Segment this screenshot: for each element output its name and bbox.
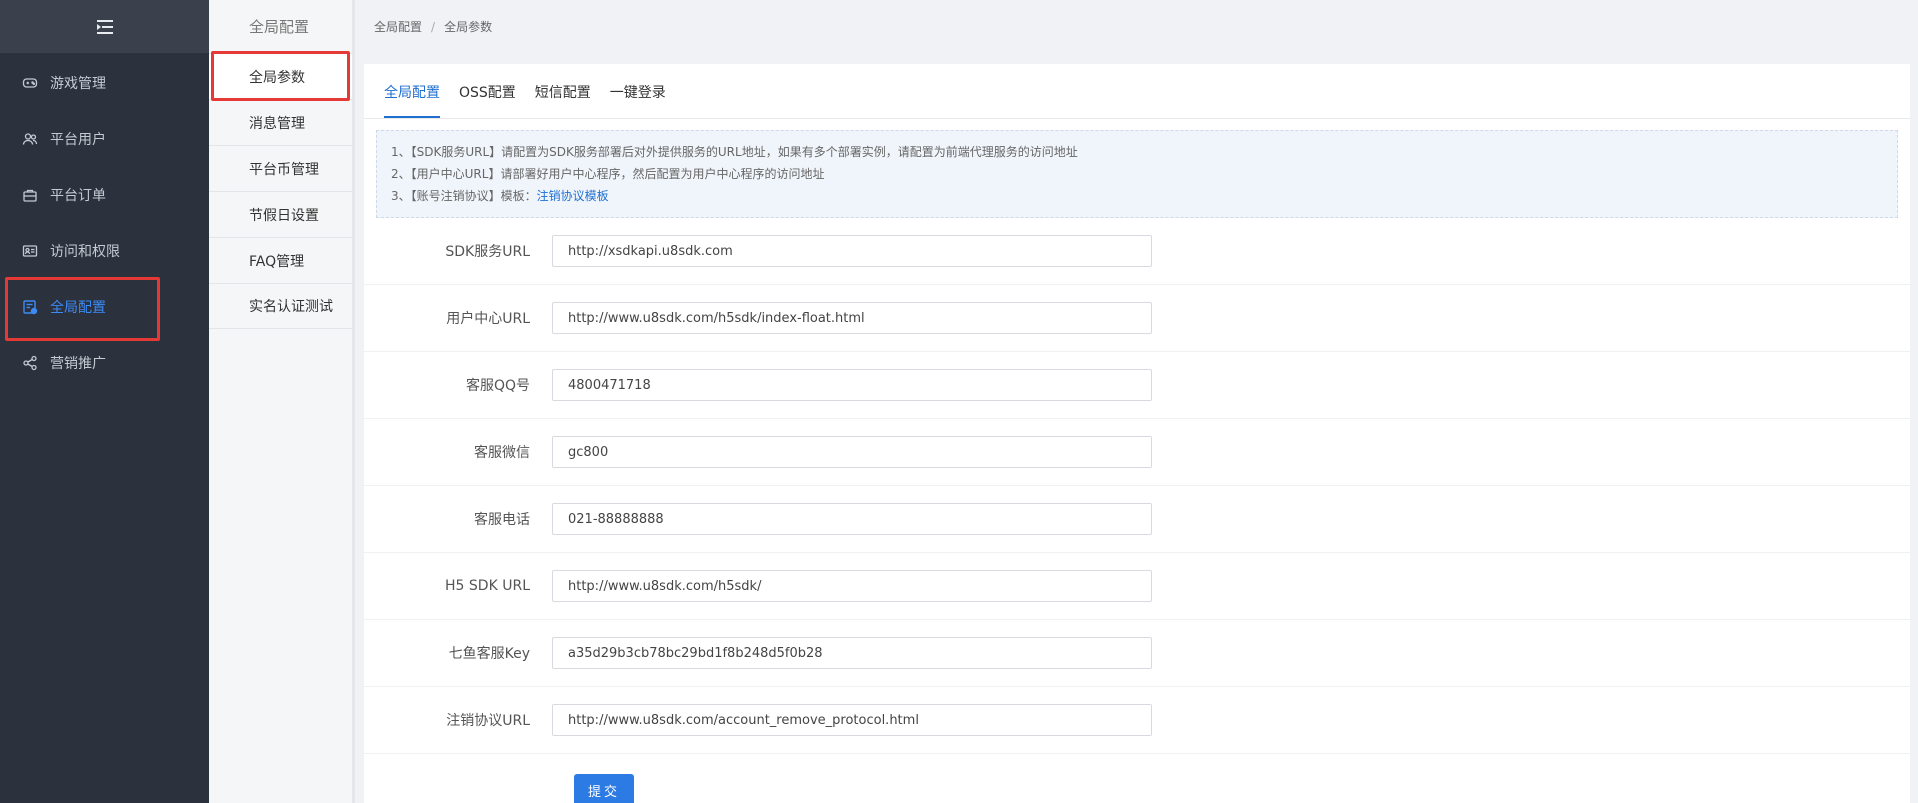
submenu-item-label: 平台币管理: [249, 161, 319, 178]
menu-toggle-icon[interactable]: [94, 18, 116, 36]
qiyu-key-input[interactable]: [552, 637, 1152, 669]
sidebar-header: [0, 0, 209, 53]
submit-button[interactable]: 提交: [574, 774, 634, 803]
sidebar-item-orders[interactable]: 平台订单: [0, 175, 209, 215]
form-label: 注销协议URL: [446, 713, 530, 729]
tab-global-config[interactable]: 全局配置: [384, 82, 440, 118]
form-actions: 提交: [364, 754, 1910, 803]
notice-text: 3、【账号注销协议】模板：: [391, 189, 537, 203]
submenu-item-label: 节假日设置: [249, 207, 319, 224]
h5-sdk-url-input[interactable]: [552, 570, 1152, 602]
form-label: SDK服务URL: [445, 244, 530, 260]
id-card-icon: [22, 243, 38, 259]
sidebar-item-label: 平台用户: [50, 132, 106, 148]
submenu-title: 全局配置: [249, 18, 310, 36]
form-label: H5 SDK URL: [445, 578, 530, 594]
share-icon: [22, 355, 38, 371]
notice-line: 1、【SDK服务URL】请配置为SDK服务部署后对外提供服务的URL地址，如果有…: [391, 145, 1078, 159]
sdk-url-input[interactable]: [552, 235, 1152, 267]
account-remove-url-input[interactable]: [552, 704, 1152, 736]
form-row: SDK服务URL: [364, 218, 1910, 285]
form-row: H5 SDK URL: [364, 553, 1910, 620]
gamepad-icon: [22, 75, 38, 91]
sidebar-item-label: 访问和权限: [50, 244, 120, 260]
form-label: 用户中心URL: [446, 311, 530, 327]
sidebar-item-label: 营销推广: [50, 356, 106, 372]
breadcrumb-item[interactable]: 全局配置: [374, 18, 422, 35]
submenu-item-realname-test[interactable]: 实名认证测试: [209, 283, 352, 329]
form-label: 客服电话: [474, 512, 530, 528]
breadcrumb-item-current: 全局参数: [444, 20, 493, 34]
tab-one-click-login[interactable]: 一键登录: [610, 82, 666, 118]
tab-sms-config[interactable]: 短信配置: [535, 82, 591, 118]
form-row: 用户中心URL: [364, 285, 1910, 352]
users-icon: [22, 131, 38, 147]
config-card: 全局配置 OSS配置 短信配置 一键登录 1、【SDK服务URL】请配置为SDK…: [364, 64, 1910, 803]
breadcrumb-separator: /: [431, 19, 436, 34]
service-qq-input[interactable]: [552, 369, 1152, 401]
info-notice: 1、【SDK服务URL】请配置为SDK服务部署后对外提供服务的URL地址，如果有…: [376, 130, 1898, 218]
config-form: SDK服务URL 用户中心URL 客服QQ号 客服微信 客服电话 H5 SDK …: [364, 218, 1910, 803]
submenu-item-faq[interactable]: FAQ管理: [209, 237, 352, 283]
submenu-item-platform-coin[interactable]: 平台币管理: [209, 145, 352, 191]
tab-bar: 全局配置 OSS配置 短信配置 一键登录: [364, 64, 1910, 119]
sidebar-item-games[interactable]: 游戏管理: [0, 63, 209, 103]
form-row: 注销协议URL: [364, 687, 1910, 754]
sub-menu: 全局配置 全局参数 消息管理 平台币管理 节假日设置 FAQ管理 实名认证测试: [209, 0, 355, 803]
main-content: 全局配置 / 全局参数 全局配置 OSS配置 短信配置 一键登录 1、【SDK服…: [358, 0, 1918, 803]
submenu-item-global-params[interactable]: 全局参数: [209, 53, 352, 99]
user-center-url-input[interactable]: [552, 302, 1152, 334]
main-sidebar: 游戏管理 平台用户 平台订单 访问和权限 全局配置 营销推广: [0, 0, 209, 803]
config-icon: [22, 299, 38, 315]
form-label: 七鱼客服Key: [448, 646, 530, 662]
submenu-item-messages[interactable]: 消息管理: [209, 99, 352, 145]
sidebar-item-access[interactable]: 访问和权限: [0, 231, 209, 271]
sidebar-item-label: 全局配置: [50, 300, 106, 316]
submenu-item-label: 全局参数: [249, 69, 305, 86]
form-row: 客服微信: [364, 419, 1910, 486]
sidebar-item-global-config[interactable]: 全局配置: [0, 287, 209, 327]
form-label: 客服微信: [474, 445, 530, 461]
service-phone-input[interactable]: [552, 503, 1152, 535]
sidebar-item-label: 平台订单: [50, 188, 106, 204]
sidebar-item-users[interactable]: 平台用户: [0, 119, 209, 159]
sidebar-item-marketing[interactable]: 营销推广: [0, 343, 209, 383]
form-label: 客服QQ号: [465, 378, 530, 394]
sidebar-item-label: 游戏管理: [50, 76, 106, 92]
submenu-item-label: 实名认证测试: [249, 299, 333, 315]
submenu-item-label: FAQ管理: [249, 253, 305, 270]
tab-oss-config[interactable]: OSS配置: [459, 82, 516, 118]
submenu-item-holidays[interactable]: 节假日设置: [209, 191, 352, 237]
form-row: 七鱼客服Key: [364, 620, 1910, 687]
form-row: 客服电话: [364, 486, 1910, 553]
service-wechat-input[interactable]: [552, 436, 1152, 468]
notice-line: 2、【用户中心URL】请部署好用户中心程序，然后配置为用户中心程序的访问地址: [391, 167, 825, 181]
breadcrumb: 全局配置 / 全局参数: [358, 0, 1918, 53]
notice-line: 3、【账号注销协议】模板：注销协议模板: [391, 185, 1883, 207]
template-link[interactable]: 注销协议模板: [537, 189, 609, 203]
submenu-item-label: 消息管理: [249, 115, 305, 132]
form-row: 客服QQ号: [364, 352, 1910, 419]
order-icon: [22, 187, 38, 203]
